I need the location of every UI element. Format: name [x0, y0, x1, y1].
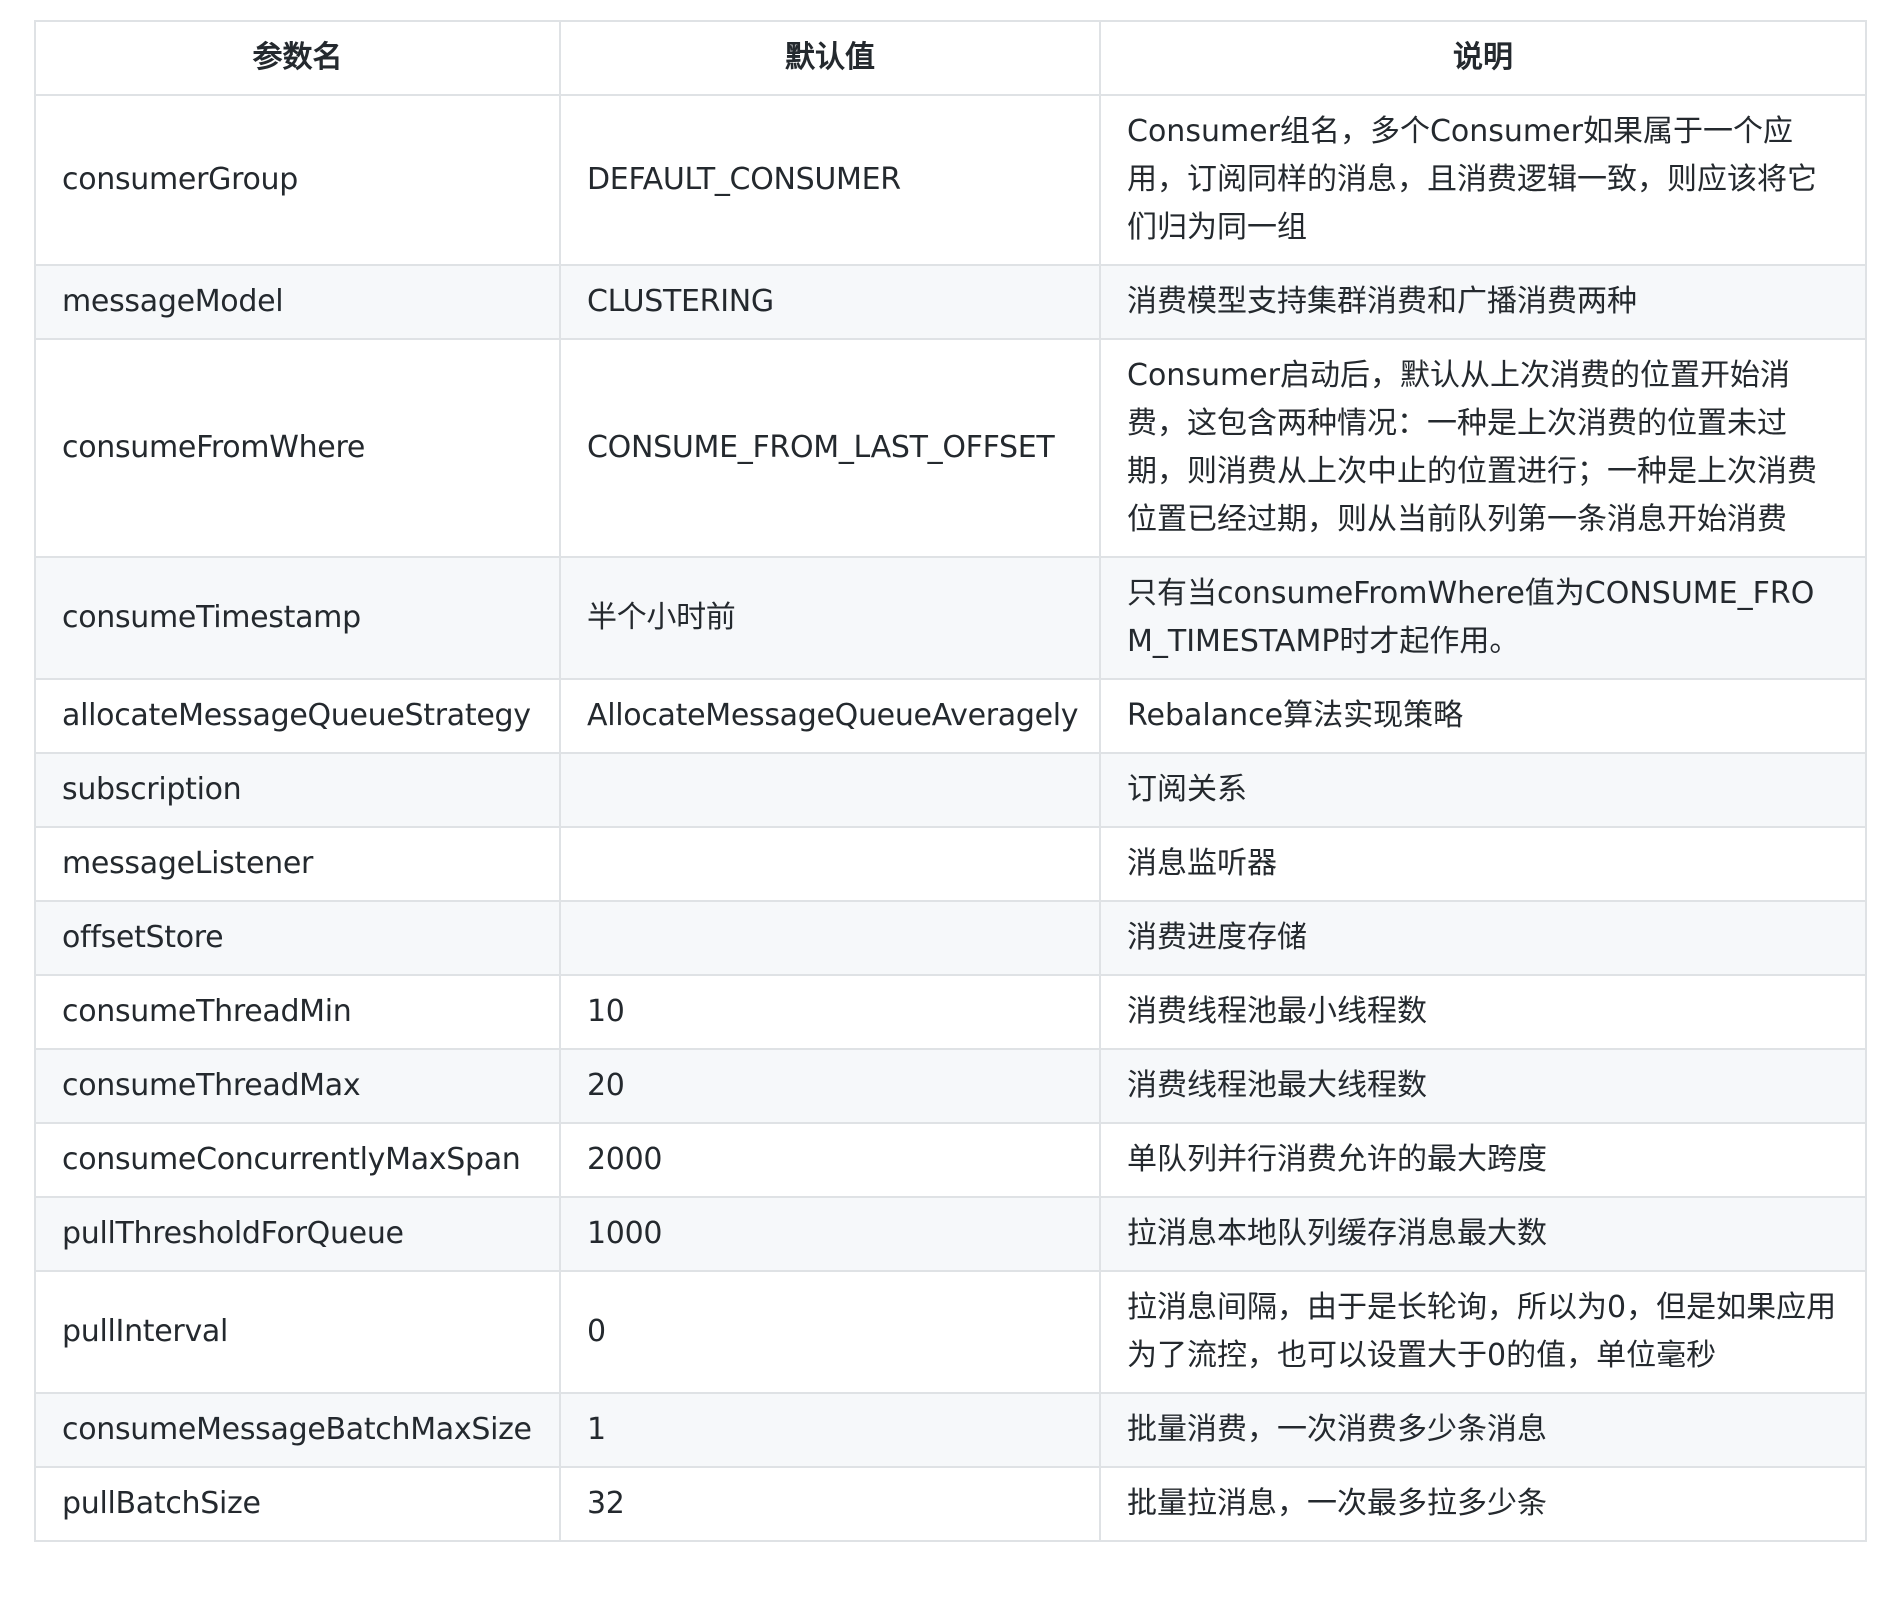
header-row: 参数名 默认值 说明: [34, 20, 1867, 96]
table-row: subscription 订阅关系: [34, 752, 1867, 828]
default-value-cell: 32: [559, 1466, 1101, 1542]
description-cell: Consumer组名，多个Consumer如果属于一个应用，订阅同样的消息，且消…: [1099, 94, 1867, 266]
param-name-cell: consumeMessageBatchMaxSize: [34, 1392, 561, 1468]
default-value-cell: DEFAULT_CONSUMER: [559, 94, 1101, 266]
param-name-cell: messageListener: [34, 826, 561, 902]
table-row: consumerGroup DEFAULT_CONSUMER Consumer组名，…: [34, 94, 1867, 266]
param-name-cell: offsetStore: [34, 900, 561, 976]
description-cell: 消费线程池最小线程数: [1099, 974, 1867, 1050]
description-cell: 拉消息间隔，由于是长轮询，所以为0，但是如果应用为了流控，也可以设置大于0的值，…: [1099, 1270, 1867, 1394]
description-cell: 批量消费，一次消费多少条消息: [1099, 1392, 1867, 1468]
parameters-table: 参数名 默认值 说明 consumerGroup DEFAULT_CONSUMER…: [34, 20, 1867, 1542]
param-name-cell: pullThresholdForQueue: [34, 1196, 561, 1272]
table-row: messageListener 消息监听器: [34, 826, 1867, 902]
default-value-cell: 0: [559, 1270, 1101, 1394]
table-row: consumeThreadMax 20 消费线程池最大线程数: [34, 1048, 1867, 1124]
param-name-cell: consumerGroup: [34, 94, 561, 266]
description-cell: 拉消息本地队列缓存消息最大数: [1099, 1196, 1867, 1272]
table-row: pullThresholdForQueue 1000 拉消息本地队列缓存消息最大数: [34, 1196, 1867, 1272]
description-cell: 只有当consumeFromWhere值为CONSUME_FROM_TIMEST…: [1099, 556, 1867, 680]
table-row: consumeThreadMin 10 消费线程池最小线程数: [34, 974, 1867, 1050]
table-body: consumerGroup DEFAULT_CONSUMER Consumer组名，…: [34, 94, 1867, 1542]
description-cell: 订阅关系: [1099, 752, 1867, 828]
description-cell: 消费进度存储: [1099, 900, 1867, 976]
param-name-cell: pullBatchSize: [34, 1466, 561, 1542]
default-value-cell: CLUSTERING: [559, 264, 1101, 340]
default-value-cell: [559, 826, 1101, 902]
description-cell: 消息监听器: [1099, 826, 1867, 902]
table-row: messageModel CLUSTERING 消费模型支持集群消费和广播消费两种: [34, 264, 1867, 340]
default-value-cell: 1000: [559, 1196, 1101, 1272]
default-value-cell: 1: [559, 1392, 1101, 1468]
header-description: 说明: [1099, 20, 1867, 96]
table-row: offsetStore 消费进度存储: [34, 900, 1867, 976]
param-name-cell: allocateMessageQueueStrategy: [34, 678, 561, 754]
default-value-cell: 20: [559, 1048, 1101, 1124]
table-row: allocateMessageQueueStrategy AllocateMess…: [34, 678, 1867, 754]
table-row: consumeMessageBatchMaxSize 1 批量消费，一次消费多少条消…: [34, 1392, 1867, 1468]
table-header: 参数名 默认值 说明: [34, 20, 1867, 96]
param-name-cell: consumeThreadMin: [34, 974, 561, 1050]
param-name-cell: consumeConcurrentlyMaxSpan: [34, 1122, 561, 1198]
default-value-cell: [559, 752, 1101, 828]
default-value-cell: [559, 900, 1101, 976]
default-value-cell: AllocateMessageQueueAveragely: [559, 678, 1101, 754]
param-name-cell: consumeThreadMax: [34, 1048, 561, 1124]
description-cell: 批量拉消息，一次最多拉多少条: [1099, 1466, 1867, 1542]
description-cell: 消费线程池最大线程数: [1099, 1048, 1867, 1124]
description-cell: 单队列并行消费允许的最大跨度: [1099, 1122, 1867, 1198]
description-cell: 消费模型支持集群消费和广播消费两种: [1099, 264, 1867, 340]
header-default-value: 默认值: [559, 20, 1101, 96]
param-name-cell: subscription: [34, 752, 561, 828]
param-name-cell: consumeFromWhere: [34, 338, 561, 558]
table-row: consumeTimestamp 半个小时前 只有当consumeFromWhere…: [34, 556, 1867, 680]
description-cell: Consumer启动后，默认从上次消费的位置开始消费，这包含两种情况：一种是上次…: [1099, 338, 1867, 558]
default-value-cell: 10: [559, 974, 1101, 1050]
param-name-cell: pullInterval: [34, 1270, 561, 1394]
table-row: pullBatchSize 32 批量拉消息，一次最多拉多少条: [34, 1466, 1867, 1542]
table-row: pullInterval 0 拉消息间隔，由于是长轮询，所以为0，但是如果应用为了流…: [34, 1270, 1867, 1394]
header-param-name: 参数名: [34, 20, 561, 96]
default-value-cell: 半个小时前: [559, 556, 1101, 680]
default-value-cell: 2000: [559, 1122, 1101, 1198]
param-name-cell: messageModel: [34, 264, 561, 340]
description-cell: Rebalance算法实现策略: [1099, 678, 1867, 754]
table-row: consumeConcurrentlyMaxSpan 2000 单队列并行消费允许的…: [34, 1122, 1867, 1198]
table-row: consumeFromWhere CONSUME_FROM_LAST_OFFSET…: [34, 338, 1867, 558]
param-name-cell: consumeTimestamp: [34, 556, 561, 680]
default-value-cell: CONSUME_FROM_LAST_OFFSET: [559, 338, 1101, 558]
